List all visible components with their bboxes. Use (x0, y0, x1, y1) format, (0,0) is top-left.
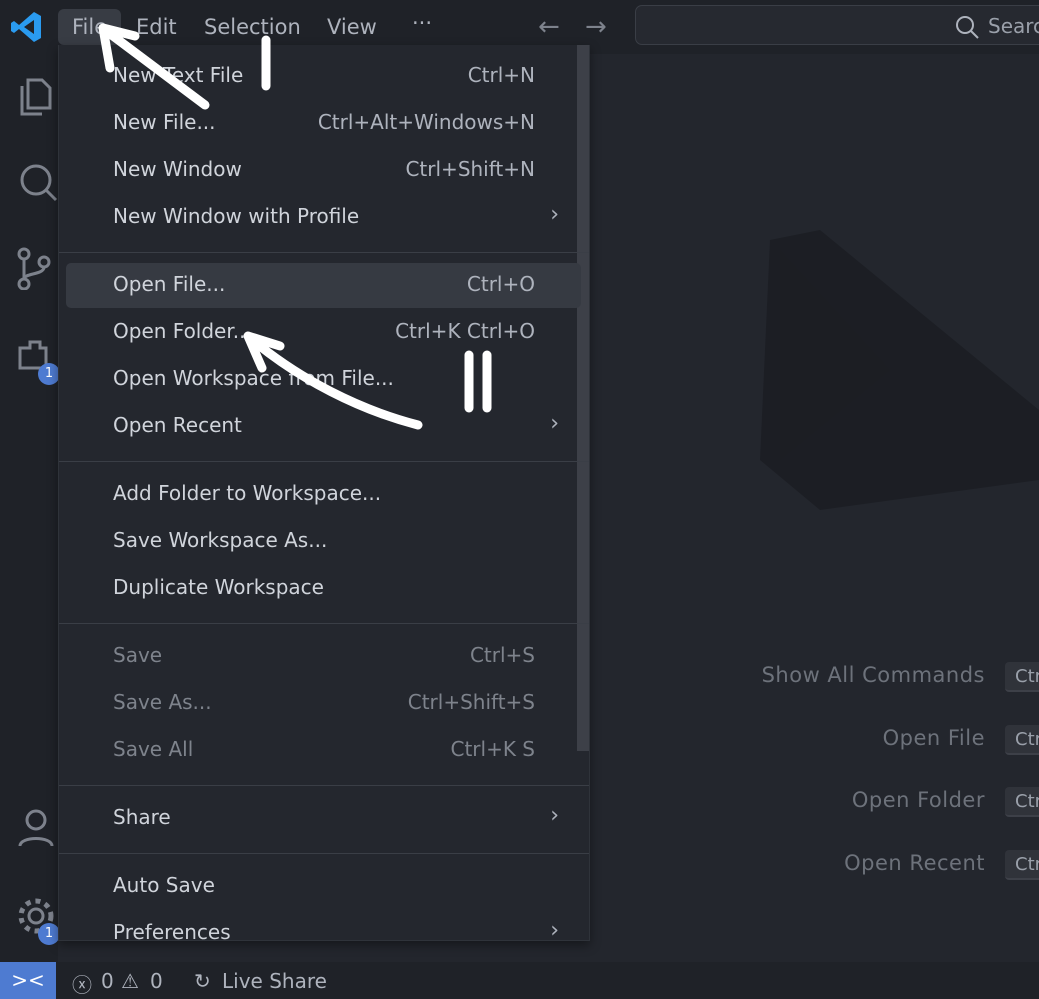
menu-item-label: Preferences (113, 920, 231, 944)
welcome-shortcut-key: Ctrl (1005, 849, 1039, 880)
menu-edit[interactable]: Edit (122, 9, 191, 45)
explorer-icon[interactable] (14, 74, 58, 118)
menu-selection[interactable]: Selection (190, 9, 315, 45)
menu-item-label: Add Folder to Workspace... (113, 481, 382, 505)
search-label: Search (988, 14, 1039, 38)
menu-item-shortcut: Ctrl+K Ctrl+O (395, 319, 535, 343)
activity-bar: 1 1 (0, 54, 60, 962)
menu-item-save[interactable]: Save Ctrl+S (66, 634, 581, 679)
chevron-right-icon: › (550, 803, 559, 828)
menu-item-open-workspace-from-file[interactable]: Open Workspace from File... (66, 357, 581, 402)
live-share-label[interactable]: Live Share (222, 969, 327, 993)
warning-count[interactable]: 0 (150, 969, 163, 993)
menu-item-share[interactable]: Share › (66, 796, 581, 841)
menu-item-new-window[interactable]: New Window Ctrl+Shift+N (66, 148, 581, 193)
menu-item-label: Open File... (113, 272, 226, 296)
search-icon[interactable] (14, 160, 58, 204)
back-arrow-icon[interactable]: ← (538, 12, 560, 42)
settings-badge: 1 (38, 923, 60, 945)
menu-view[interactable]: View (313, 9, 391, 45)
chevron-right-icon: › (550, 202, 559, 227)
menu-item-shortcut: Ctrl+Shift+S (407, 690, 535, 714)
menu-item-shortcut: Ctrl+Alt+Windows+N (317, 110, 535, 134)
menu-item-label: Auto Save (113, 873, 215, 897)
menu-separator (59, 252, 589, 253)
warning-icon[interactable]: ⚠ (121, 969, 139, 993)
error-count[interactable]: 0 (101, 969, 114, 993)
menu-item-open-recent[interactable]: Open Recent › (66, 404, 581, 449)
status-bar: >< ⓧ 0 ⚠ 0 ↻ Live Share (0, 962, 1039, 999)
forward-arrow-icon[interactable]: → (585, 12, 607, 42)
menu-item-label: Open Recent (113, 413, 242, 437)
menu-item-shortcut: Ctrl+K S (450, 737, 535, 761)
vscode-watermark-icon (760, 230, 1039, 510)
menu-item-shortcut: Ctrl+N (467, 63, 535, 87)
menu-item-label: New File... (113, 110, 216, 134)
menu-item-shortcut: Ctrl+O (466, 272, 535, 296)
menu-separator (59, 785, 589, 786)
account-icon[interactable] (14, 806, 58, 850)
menu-item-shortcut: Ctrl+S (469, 643, 535, 667)
extensions-badge: 1 (38, 363, 60, 385)
menu-item-new-text-file[interactable]: New Text File Ctrl+N (66, 54, 581, 99)
menu-item-shortcut: Ctrl+Shift+N (405, 157, 535, 181)
menu-item-save-workspace-as[interactable]: Save Workspace As... (66, 519, 581, 564)
menu-file[interactable]: File (58, 9, 122, 45)
command-center-search[interactable]: Search (635, 5, 1039, 45)
menu-item-label: Open Workspace from File... (113, 366, 394, 390)
remote-indicator-icon[interactable]: >< (0, 962, 56, 999)
welcome-shortcut-key: Ctrl (1005, 724, 1039, 755)
source-control-icon[interactable] (14, 246, 58, 290)
live-share-icon[interactable]: ↻ (194, 969, 211, 993)
menu-item-save-as[interactable]: Save As... Ctrl+Shift+S (66, 681, 581, 726)
menu-item-auto-save[interactable]: Auto Save (66, 864, 581, 909)
search-icon (956, 16, 979, 39)
menu-item-open-file[interactable]: Open File... Ctrl+O (66, 263, 581, 308)
welcome-shortcut-label: Open Recent (844, 850, 985, 875)
menu-separator (59, 461, 589, 462)
menu-item-preferences[interactable]: Preferences › (66, 911, 581, 956)
menu-item-add-folder-to-workspace[interactable]: Add Folder to Workspace... (66, 472, 581, 517)
menu-item-label: Save All (113, 737, 194, 761)
welcome-shortcut-label: Show All Commands (761, 663, 985, 687)
menu-separator (59, 623, 589, 624)
menu-item-label: Duplicate Workspace (113, 575, 324, 599)
menu-item-label: New Text File (113, 63, 244, 87)
welcome-shortcut-key: Ctrl (1005, 662, 1039, 692)
menu-item-label: Save Workspace As... (113, 528, 328, 552)
welcome-shortcut-label: Open Folder (851, 788, 985, 812)
menu-item-label: Open Folder... (113, 319, 252, 343)
error-icon[interactable]: ⓧ (72, 969, 92, 998)
chevron-right-icon: › (550, 918, 559, 943)
menu-item-label: New Window with Profile (113, 204, 360, 228)
menu-separator (59, 853, 589, 854)
menu-item-open-folder[interactable]: Open Folder... Ctrl+K Ctrl+O (66, 310, 581, 355)
welcome-shortcut-key: Ctrl (1005, 787, 1039, 817)
menu-item-save-all[interactable]: Save All Ctrl+K S (66, 728, 581, 773)
file-menu-dropdown: New Text File Ctrl+N New File... Ctrl+Alt+W… (58, 45, 590, 944)
menu-more[interactable]: ··· (398, 5, 446, 41)
chevron-right-icon: › (550, 411, 559, 436)
menu-item-label: New Window (113, 157, 242, 181)
menu-item-label: Save As... (113, 690, 212, 714)
menu-item-label: Save (113, 643, 163, 667)
menu-item-duplicate-workspace[interactable]: Duplicate Workspace (66, 566, 581, 611)
welcome-shortcut-label: Open File (882, 725, 985, 750)
menu-item-new-window-with-profile[interactable]: New Window with Profile › (66, 195, 581, 240)
vscode-logo-icon (11, 12, 41, 42)
menu-item-label: Share (113, 805, 171, 829)
menu-item-new-file[interactable]: New File... Ctrl+Alt+Windows+N (66, 101, 581, 146)
